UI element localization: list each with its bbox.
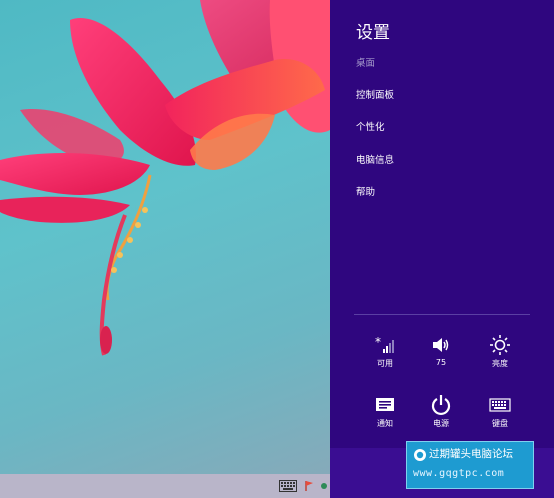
brightness-tile[interactable]: 亮度: [478, 334, 522, 369]
notifications-label: 通知: [377, 419, 393, 428]
desktop-screen: 设置 桌面 控制面板 个性化 电脑信息 帮助 * 可用 75 亮度 通知 电源 …: [0, 0, 554, 498]
power-icon: [419, 394, 463, 416]
volume-label: 75: [435, 358, 447, 367]
charm-item-desktop[interactable]: 桌面: [356, 55, 375, 69]
flag-icon[interactable]: [304, 478, 316, 494]
watermark-title: 过期罐头电脑论坛: [429, 448, 513, 460]
divider: [354, 314, 530, 315]
flower-image: [0, 0, 330, 356]
brightness-label: 亮度: [492, 359, 508, 368]
settings-charm-panel: 设置 桌面 控制面板 个性化 电脑信息 帮助 * 可用 75 亮度 通知 电源 …: [330, 0, 554, 498]
power-label: 电源: [433, 419, 449, 428]
forum-watermark: 过期罐头电脑论坛 www.gqgtpc.com: [406, 441, 534, 489]
charm-item-personalize[interactable]: 个性化: [356, 119, 385, 133]
watermark-url: www.gqgtpc.com: [413, 468, 505, 479]
charm-item-pc-info[interactable]: 电脑信息: [356, 152, 394, 166]
svg-text:*: *: [375, 335, 381, 349]
settings-title: 设置: [356, 23, 390, 43]
charm-item-help[interactable]: 帮助: [356, 184, 375, 198]
keyboard-label: 键盘: [492, 419, 508, 428]
notifications-icon: [363, 394, 407, 416]
notifications-tile[interactable]: 通知: [363, 394, 407, 429]
network-icon: *: [363, 334, 407, 356]
network-label: 可用: [377, 359, 393, 368]
volume-icon: [419, 334, 463, 356]
brightness-icon: [478, 334, 522, 356]
charm-item-control-panel[interactable]: 控制面板: [356, 87, 394, 101]
forum-logo-icon: [413, 447, 427, 461]
desktop-wallpaper: [0, 0, 330, 498]
network-tile[interactable]: * 可用: [363, 334, 407, 369]
network-tray-icon[interactable]: [318, 478, 330, 494]
power-tile[interactable]: 电源: [419, 394, 463, 429]
taskbar: [0, 474, 330, 498]
touch-keyboard-icon[interactable]: [278, 478, 298, 494]
keyboard-icon: [478, 394, 522, 416]
keyboard-tile[interactable]: 键盘: [478, 394, 522, 429]
volume-tile[interactable]: 75: [419, 334, 463, 367]
